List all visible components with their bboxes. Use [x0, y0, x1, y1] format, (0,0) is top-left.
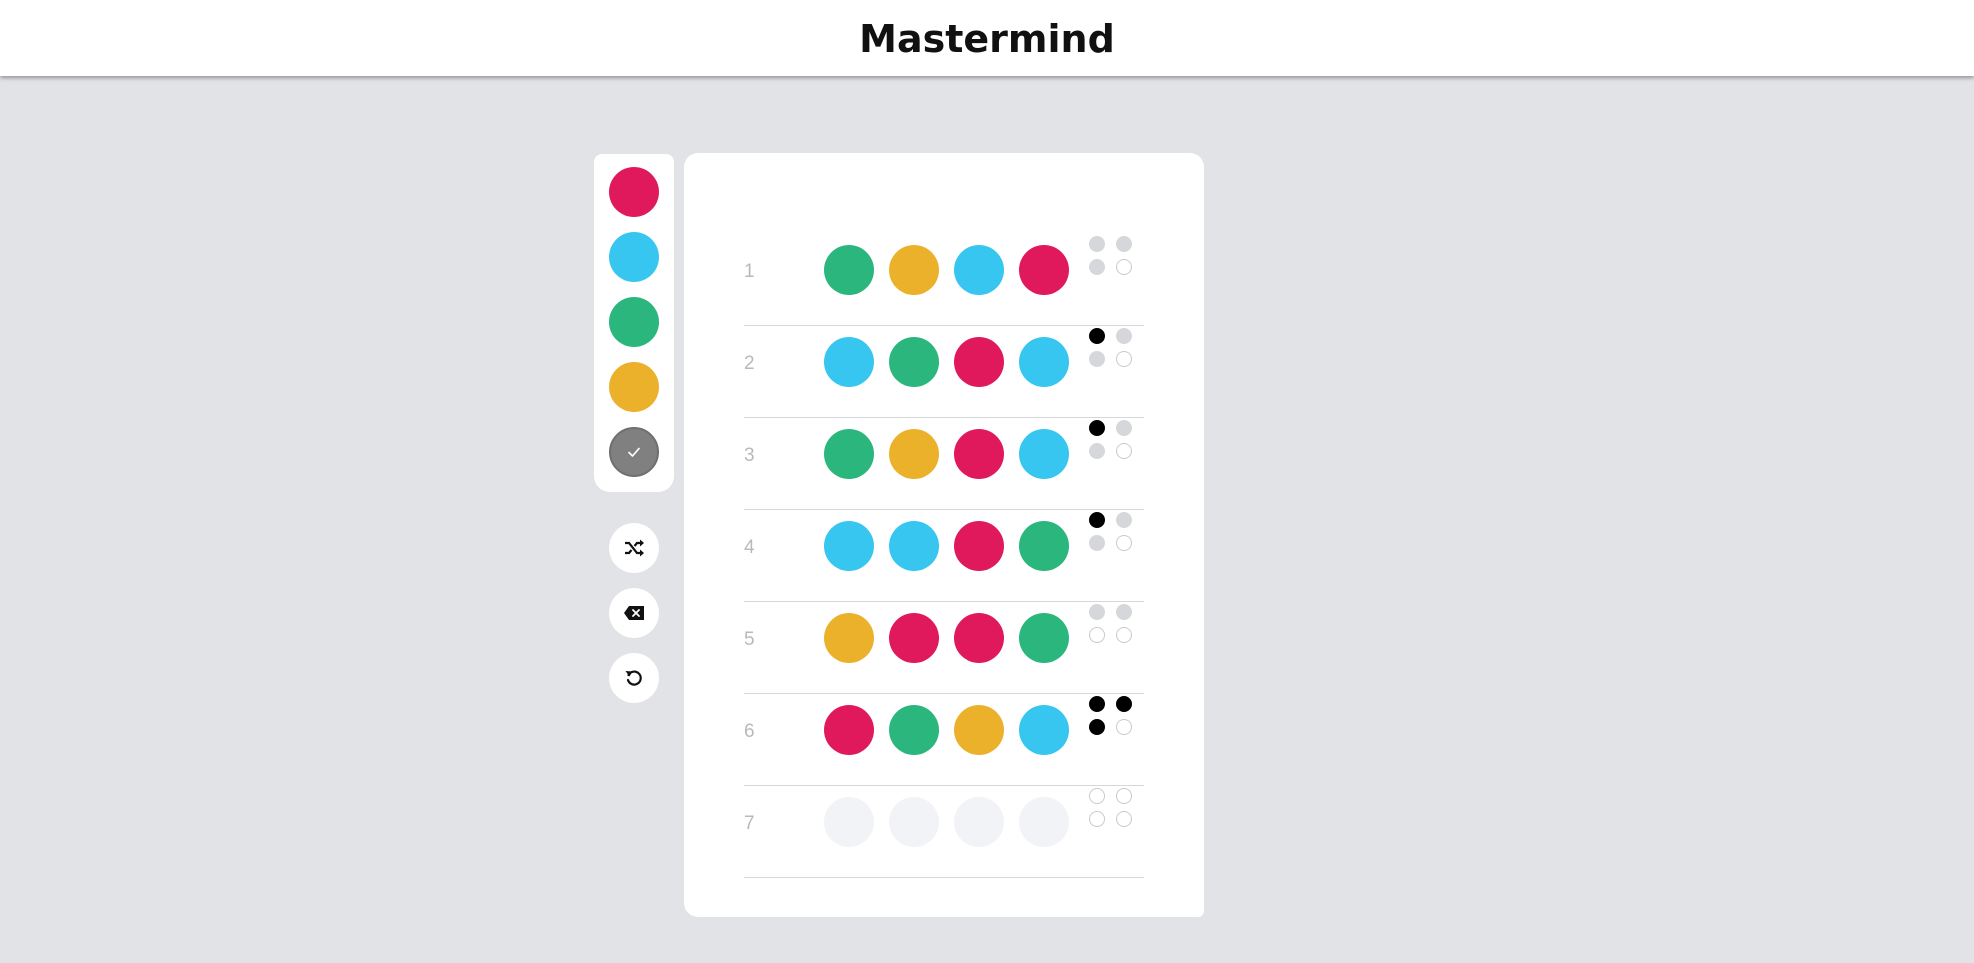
guess-peg-green[interactable]: [889, 705, 939, 755]
guess-row: 2: [744, 325, 1144, 418]
feedback-peg-empty: [1116, 259, 1132, 275]
page-title: Mastermind: [859, 17, 1115, 61]
guess-peg-green[interactable]: [824, 245, 874, 295]
guess-row: 7: [744, 785, 1144, 878]
palette-peg-green[interactable]: [609, 297, 659, 347]
feedback-peg-black: [1089, 719, 1105, 735]
guess-row: 1: [744, 233, 1144, 326]
color-palette: [594, 154, 674, 492]
guess-peg-green[interactable]: [889, 337, 939, 387]
feedback-peg-grey: [1089, 259, 1105, 275]
row-number: 4: [744, 537, 755, 558]
feedback-peg-empty: [1116, 443, 1132, 459]
guess-peg-yellow[interactable]: [889, 245, 939, 295]
feedback-peg-empty: [1116, 719, 1132, 735]
guess-peg-red[interactable]: [954, 429, 1004, 479]
palette-peg-red[interactable]: [609, 167, 659, 217]
feedback-peg-grey: [1089, 535, 1105, 551]
shuffle-icon: [625, 539, 644, 557]
guess-peg-empty[interactable]: [1019, 797, 1069, 847]
feedback-peg-empty: [1089, 811, 1105, 827]
guess-row: 3: [744, 417, 1144, 510]
feedback-peg-grey: [1089, 604, 1105, 620]
row-number: 2: [744, 353, 755, 374]
guess-peg-blue[interactable]: [824, 521, 874, 571]
guess-peg-yellow[interactable]: [954, 705, 1004, 755]
shuffle-button[interactable]: [609, 523, 659, 573]
guess-row: 4: [744, 509, 1144, 602]
palette-peg-yellow[interactable]: [609, 362, 659, 412]
feedback-peg-empty: [1089, 788, 1105, 804]
game-board: 1 2 3 4 5 6 7: [684, 153, 1204, 917]
feedback-peg-grey: [1116, 604, 1132, 620]
app-header: Mastermind: [0, 0, 1974, 76]
row-number: 5: [744, 629, 755, 650]
guess-peg-blue[interactable]: [889, 521, 939, 571]
feedback-peg-black: [1089, 420, 1105, 436]
guess-peg-yellow[interactable]: [889, 429, 939, 479]
feedback-peg-black: [1116, 696, 1132, 712]
feedback-peg-empty: [1116, 627, 1132, 643]
feedback-peg-empty: [1089, 627, 1105, 643]
guess-peg-blue[interactable]: [824, 337, 874, 387]
feedback-peg-grey: [1089, 236, 1105, 252]
guess-row: 5: [744, 601, 1144, 694]
guess-peg-empty[interactable]: [954, 797, 1004, 847]
guess-peg-red[interactable]: [954, 521, 1004, 571]
guess-peg-blue[interactable]: [1019, 705, 1069, 755]
feedback-peg-empty: [1116, 788, 1132, 804]
guess-peg-empty[interactable]: [889, 797, 939, 847]
guess-row: 6: [744, 693, 1144, 786]
feedback-peg-grey: [1116, 236, 1132, 252]
feedback-peg-grey: [1089, 351, 1105, 367]
guess-peg-green[interactable]: [1019, 613, 1069, 663]
row-number: 3: [744, 445, 755, 466]
feedback-peg-black: [1089, 328, 1105, 344]
feedback-peg-black: [1089, 696, 1105, 712]
guess-peg-yellow[interactable]: [824, 613, 874, 663]
feedback-peg-grey: [1089, 443, 1105, 459]
guess-peg-green[interactable]: [1019, 521, 1069, 571]
guess-peg-red[interactable]: [889, 613, 939, 663]
feedback-peg-grey: [1116, 420, 1132, 436]
palette-peg-blue[interactable]: [609, 232, 659, 282]
row-number: 1: [744, 261, 755, 282]
guess-peg-blue[interactable]: [1019, 337, 1069, 387]
guess-peg-red[interactable]: [1019, 245, 1069, 295]
submit-guess-button[interactable]: [609, 427, 659, 477]
guess-peg-empty[interactable]: [824, 797, 874, 847]
guess-peg-blue[interactable]: [954, 245, 1004, 295]
feedback-peg-black: [1089, 512, 1105, 528]
backspace-icon: [624, 606, 644, 620]
guess-peg-green[interactable]: [824, 429, 874, 479]
feedback-peg-empty: [1116, 535, 1132, 551]
check-icon: [628, 447, 640, 457]
reset-icon: [625, 670, 642, 686]
guess-peg-red[interactable]: [824, 705, 874, 755]
guess-peg-blue[interactable]: [1019, 429, 1069, 479]
guess-peg-red[interactable]: [954, 337, 1004, 387]
feedback-peg-grey: [1116, 512, 1132, 528]
feedback-peg-grey: [1116, 328, 1132, 344]
reset-button[interactable]: [609, 653, 659, 703]
guess-peg-red[interactable]: [954, 613, 1004, 663]
backspace-button[interactable]: [609, 588, 659, 638]
row-number: 7: [744, 813, 755, 834]
feedback-peg-empty: [1116, 811, 1132, 827]
row-number: 6: [744, 721, 755, 742]
feedback-peg-empty: [1116, 351, 1132, 367]
